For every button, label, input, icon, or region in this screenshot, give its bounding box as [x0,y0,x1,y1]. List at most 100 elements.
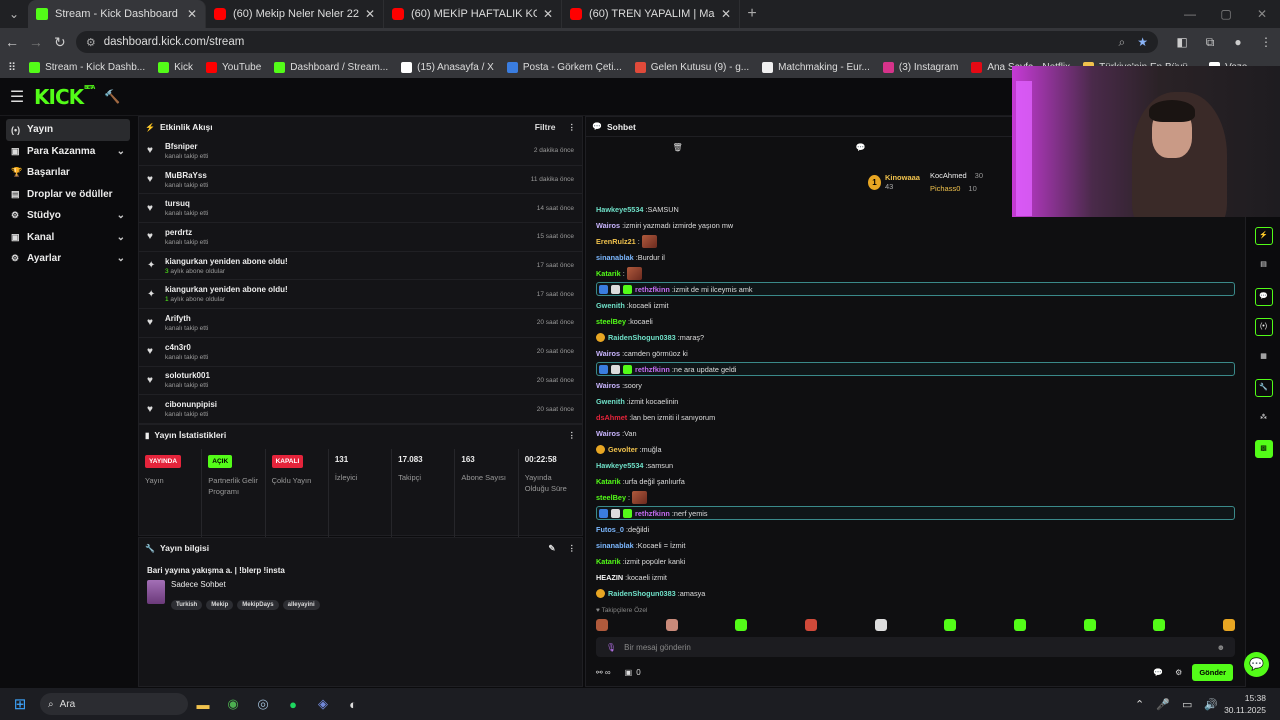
chat-message[interactable]: Gwenith: izmit kocaelinin [596,393,1235,409]
chevron-down-icon[interactable]: ⌄ [117,146,125,157]
chat-username[interactable]: Wairos [596,429,620,438]
chat-username[interactable]: rethzfkinn [635,285,670,294]
tab-0[interactable]: Stream - Kick Dashboard ✕ [28,0,206,28]
chat-username[interactable]: Katarik [596,269,621,278]
chat-message[interactable]: rethzfkinn: nerf yemis [596,506,1235,520]
forward-button[interactable]: → [24,34,48,50]
clock[interactable]: 15:38 30.11.2025 [1224,692,1266,716]
chat-tool-icon[interactable]: 💬 [1254,287,1273,306]
chat-username[interactable]: Katarik [596,557,621,566]
stats-menu-icon[interactable]: ⋮ [568,430,577,441]
chat-username[interactable]: Hawkeye5534 [596,461,643,470]
chat-username[interactable]: rethzfkinn [635,365,670,374]
close-tab-icon[interactable]: ✕ [187,7,197,21]
chat-message[interactable]: steelBey: [596,489,1235,505]
taskbar-search[interactable]: ⌕ Ara [40,693,188,715]
chevron-down-icon[interactable]: ⌄ [117,232,125,243]
layout-icon[interactable]: ▦ [1255,349,1273,367]
close-tab-icon[interactable]: ✕ [721,7,731,21]
windows-start-icon[interactable]: ⊞ [0,695,40,713]
tray-chevron-icon[interactable]: ⌃ [1135,698,1144,711]
site-info-icon[interactable]: ⚙ [86,36,96,49]
tab-1[interactable]: (60) Mekip Neler Neler 22.Bölü ✕ [206,0,384,28]
chat-message[interactable]: Hawkeye5534: samsun [596,457,1235,473]
chat-username[interactable]: sinanablak [596,541,634,550]
chat-message[interactable]: Wairos: soory [596,377,1235,393]
profile-avatar[interactable]: ● [1224,35,1252,50]
chat-message[interactable]: sinanablak: Burdur il [596,249,1235,265]
sidebar-item-4[interactable]: ⚙ Stüdyo ⌄ [6,205,130,227]
close-window-button[interactable]: ✕ [1244,0,1280,28]
ticket-icon[interactable]: ▣ [625,668,633,677]
chat-username[interactable]: HEAZIN [596,573,623,582]
obs-icon[interactable]: ◐ [338,697,368,712]
sidebar-item-5[interactable]: ▣ Kanal ⌄ [6,227,130,249]
chat-message[interactable]: RaidenShogun0383: amasya [596,585,1235,601]
emoji-icon[interactable]: ☻ [1217,643,1225,652]
chat-message[interactable]: Katarik: [596,265,1235,281]
bookmark-item[interactable]: Gelen Kutusu (9) - g... [634,61,749,73]
edit-pencil-icon[interactable]: ✎ [548,543,555,554]
filter-button[interactable]: Filtre [535,122,556,132]
chat-message[interactable]: Futos_0: değildi [596,521,1235,537]
chat-username[interactable]: ErenRulz21 [596,237,636,246]
leader-row[interactable]: Pichass0 10 [930,182,983,195]
chat-username[interactable]: Gwenith [596,301,625,310]
trash-icon[interactable]: 🗑 [672,143,682,152]
sidebar-item-3[interactable]: ▤ Droplar ve ödüller [6,184,130,206]
emote-button[interactable] [1222,619,1235,631]
chat-message[interactable]: Katarik: urfa değil şanlıurfa [596,473,1235,489]
emote-button[interactable] [874,619,887,631]
chat-username[interactable]: Gevolter [608,445,638,454]
chat-username[interactable]: Wairos [596,221,620,230]
chat-username[interactable]: dsAhmet [596,413,627,422]
minimize-button[interactable]: — [1172,0,1208,28]
emote-button[interactable] [944,619,957,631]
activity-row[interactable]: ✦ kiangurkan yeniden abone oldu! 1 aylık a… [139,280,582,310]
bookmark-star-icon[interactable]: ★ [1137,35,1148,49]
spotify-icon[interactable]: ● [278,697,308,712]
maximize-button[interactable]: ▢ [1208,0,1244,28]
connection-icon[interactable]: ⚯ ∞ [596,668,611,677]
steam-icon[interactable]: ◎ [248,696,278,712]
chat-message[interactable]: Wairos: izmiri yazmadı izmirde yaşıon mw [596,217,1235,233]
chat-message[interactable]: rethzfkinn: izmit de mi ilceymis amk [596,282,1235,296]
file-explorer-icon[interactable]: ▬ [188,697,218,712]
emote-button[interactable] [804,619,817,631]
hamburger-menu-icon[interactable]: ☰ [0,87,34,107]
sidebar-item-0[interactable]: (•) Yayın [6,119,130,141]
sidebar-item-6[interactable]: ⚙ Ayarlar ⌄ [6,248,130,270]
quick-action-icon[interactable]: ⚡ [1254,226,1273,245]
activity-row[interactable]: ♥ tursuq kanalı takip etti 14 saat önce [139,194,582,224]
leader-row[interactable]: KocAhmed 30 [930,169,983,182]
activity-row[interactable]: ♥ Bfsniper kanalı takip etti 2 dakika önce [139,137,582,166]
sidebar-item-1[interactable]: ▣ Para Kazanma ⌄ [6,141,130,163]
chat-message[interactable]: Gwenith: kocaeli izmit [596,297,1235,313]
stream-tag[interactable]: alleyayini [282,600,320,610]
chat-message[interactable]: RaidenShogun0383: maraş? [596,329,1235,345]
chat-input[interactable]: 🎙 Bir mesaj gönderin ☻ [596,637,1235,657]
settings-gear-icon[interactable]: ⚙ [1175,668,1182,677]
creator-tools-icon[interactable]: 🔨 [104,89,120,105]
activity-row[interactable]: ♥ cibonunpipisi kanalı takip etti 20 saat ö… [139,395,582,423]
discord-icon[interactable]: ◈ [308,696,338,712]
activity-row[interactable]: ♥ c4n3r0 kanalı takip etti 20 saat önce [139,338,582,367]
chat-message[interactable]: sinanablak: Kocaeli = İzmit [596,537,1235,553]
chat-message[interactable]: Gevolter: muğla [596,441,1235,457]
chat-message[interactable]: Katarik: izmit popüler kanki [596,553,1235,569]
emote-button[interactable] [1153,619,1166,631]
activity-row[interactable]: ♥ soloturk001 kanalı takip etti 20 saat önc… [139,367,582,396]
tab-search-button[interactable]: ⌄ [0,0,28,28]
chevron-down-icon[interactable]: ⌄ [117,210,125,221]
chat-username[interactable]: Wairos [596,381,620,390]
help-chat-fab[interactable]: 💬 [1244,652,1269,677]
chat-message[interactable]: Wairos: camden görmüoz ki [596,345,1235,361]
bookmark-item[interactable]: Kick [158,61,193,73]
extensions-puzzle-icon[interactable]: ⧉ [1196,35,1224,50]
activity-row[interactable]: ♥ perdrtz kanalı takip etti 15 saat önce [139,223,582,252]
stream-tag[interactable]: Mekip [206,600,234,610]
chat-username[interactable]: Futos_0 [596,525,624,534]
broadcast-icon[interactable]: (•) [1254,318,1273,336]
bookmark-item[interactable]: (3) Instagram [882,61,958,73]
emote-button[interactable] [665,619,678,631]
